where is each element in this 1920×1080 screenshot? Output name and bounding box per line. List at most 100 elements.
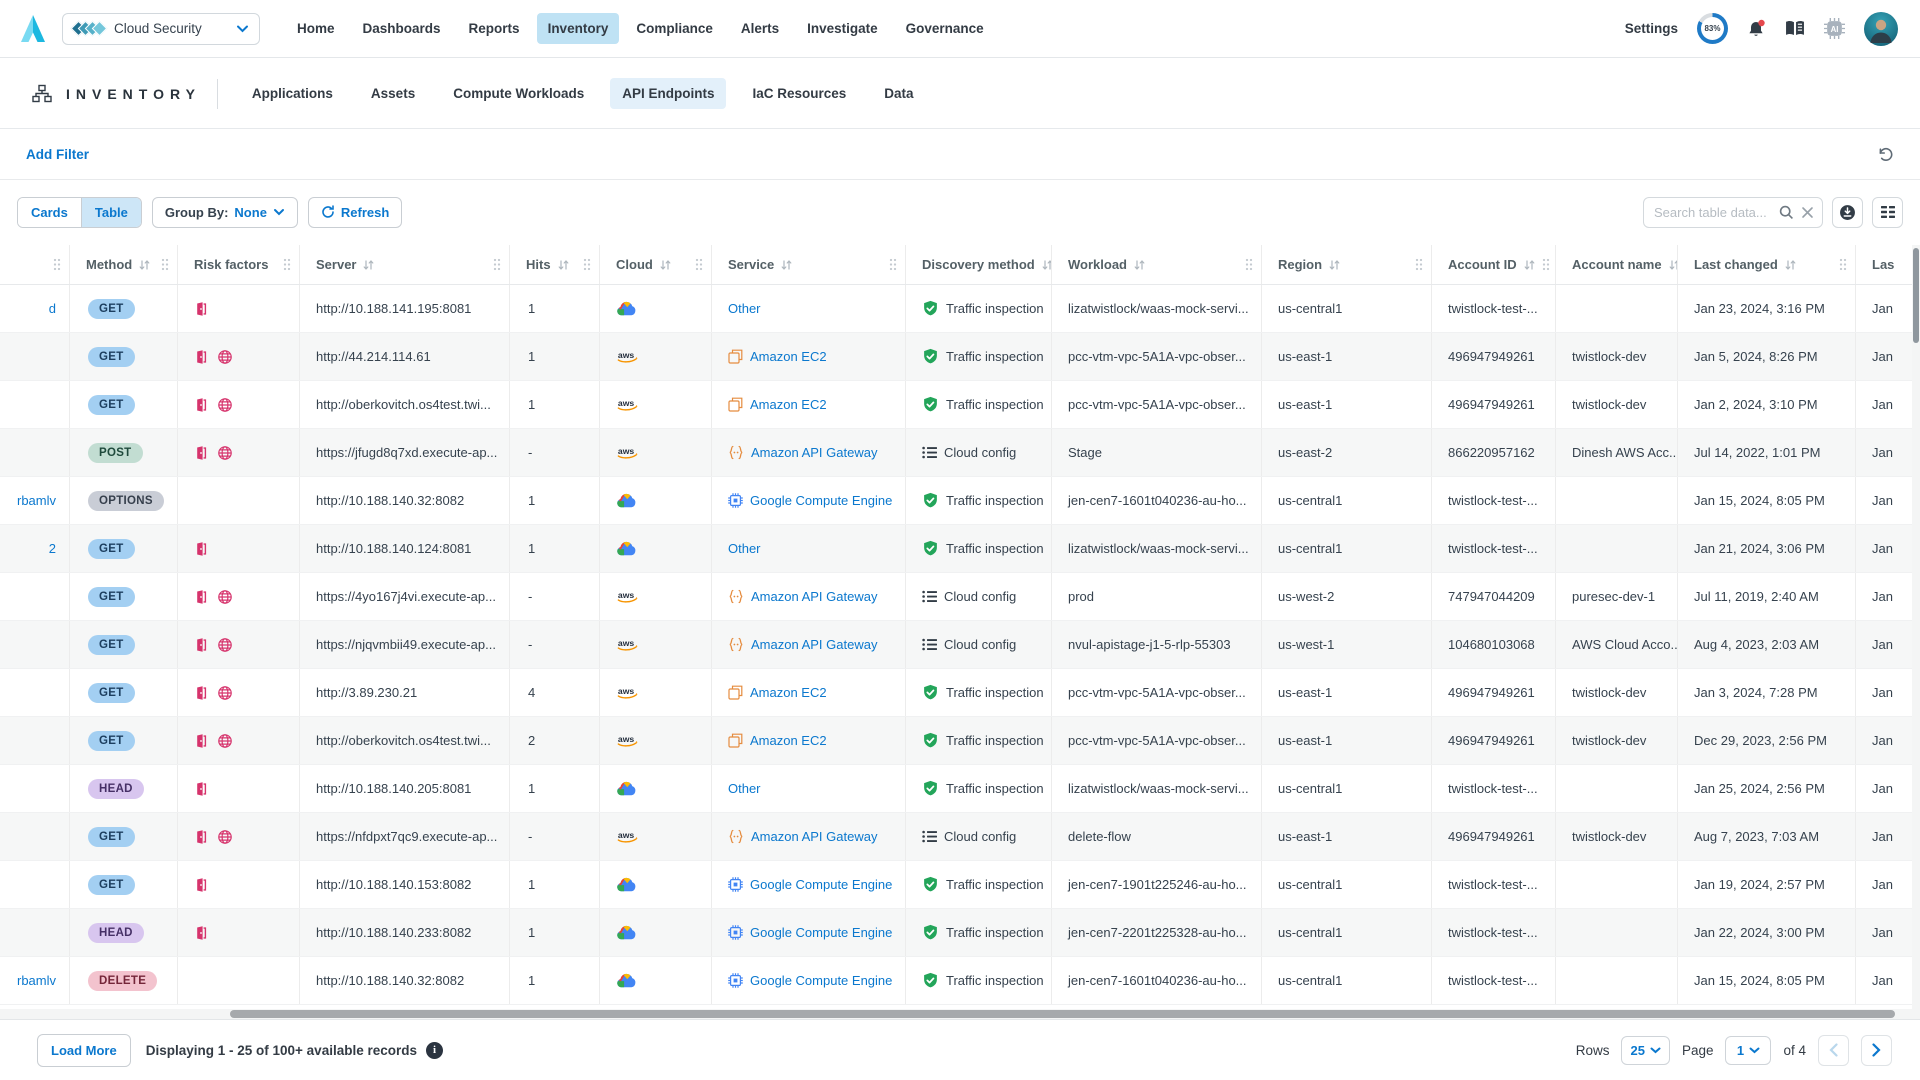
cards-view-button[interactable]: Cards: [18, 198, 81, 227]
table-row[interactable]: GEThttp://oberkovitch.os4test.twi...1aws…: [0, 381, 1912, 429]
sort-icon[interactable]: [1328, 259, 1341, 271]
load-more-button[interactable]: Load More: [37, 1034, 131, 1067]
sort-icon[interactable]: [1523, 259, 1536, 271]
info-icon[interactable]: i: [426, 1042, 443, 1059]
service-link[interactable]: Google Compute Engine: [750, 493, 892, 508]
drag-handle-icon[interactable]: [161, 258, 169, 271]
table-row[interactable]: GEThttps://4yo167j4vi.execute-ap...-awsA…: [0, 573, 1912, 621]
table-row[interactable]: dGEThttp://10.188.141.195:80811OtherTraf…: [0, 285, 1912, 333]
docs-book-icon[interactable]: [1785, 20, 1805, 37]
sort-icon[interactable]: [1668, 259, 1678, 271]
column-header-service[interactable]: Service: [712, 245, 906, 284]
sort-icon[interactable]: [1784, 259, 1797, 271]
column-header-server[interactable]: Server: [300, 245, 510, 284]
drag-handle-icon[interactable]: [1245, 258, 1253, 271]
unauthenticated-api-risk-icon[interactable]: [194, 685, 208, 701]
service-link[interactable]: Google Compute Engine: [750, 925, 892, 940]
column-header-account-id[interactable]: Account ID: [1432, 245, 1556, 284]
table-row[interactable]: GEThttps://nfdpxt7qc9.execute-ap...-awsA…: [0, 813, 1912, 861]
column-header-account-name[interactable]: Account name: [1556, 245, 1678, 284]
user-avatar[interactable]: [1864, 12, 1898, 46]
tab-data[interactable]: Data: [872, 78, 925, 109]
table-row[interactable]: GEThttp://10.188.140.153:80821Google Com…: [0, 861, 1912, 909]
horizontal-scrollbar-thumb[interactable]: [230, 1010, 1895, 1018]
column-header-method[interactable]: Method: [70, 245, 178, 284]
unauthenticated-api-risk-icon[interactable]: [194, 877, 208, 893]
notifications-bell-icon[interactable]: [1747, 19, 1766, 39]
table-row[interactable]: GEThttp://3.89.230.214awsAmazon EC2Traff…: [0, 669, 1912, 717]
unauthenticated-api-risk-icon[interactable]: [194, 637, 208, 653]
table-row[interactable]: 2GEThttp://10.188.140.124:80811OtherTraf…: [0, 525, 1912, 573]
column-header-discovery-method[interactable]: Discovery method: [906, 245, 1052, 284]
service-link[interactable]: Amazon EC2: [750, 349, 827, 364]
service-link[interactable]: Amazon API Gateway: [751, 589, 877, 604]
settings-link[interactable]: Settings: [1625, 21, 1678, 36]
table-row[interactable]: rbamlvDELETEhttp://10.188.140.32:80821Go…: [0, 957, 1912, 1005]
drag-handle-icon[interactable]: [1542, 258, 1550, 271]
service-link[interactable]: Other: [728, 301, 761, 316]
sort-icon[interactable]: [1041, 259, 1052, 271]
table-row[interactable]: GEThttps://njqvmbii49.execute-ap...-awsA…: [0, 621, 1912, 669]
group-by-dropdown[interactable]: Group By: None: [152, 197, 298, 228]
table-view-button[interactable]: Table: [81, 198, 141, 227]
nav-item-investigate[interactable]: Investigate: [796, 13, 889, 44]
unauthenticated-api-risk-icon[interactable]: [194, 733, 208, 749]
search-icon[interactable]: [1779, 205, 1794, 220]
unauthenticated-api-risk-icon[interactable]: [194, 589, 208, 605]
service-link[interactable]: Amazon EC2: [750, 685, 827, 700]
search-input[interactable]: [1654, 205, 1772, 220]
unauthenticated-api-risk-icon[interactable]: [194, 349, 208, 365]
table-row[interactable]: POSThttps://jfugd8q7xd.execute-ap...-aws…: [0, 429, 1912, 477]
service-link[interactable]: Google Compute Engine: [750, 973, 892, 988]
internet-exposed-risk-icon[interactable]: [217, 733, 233, 749]
sort-icon[interactable]: [780, 259, 793, 271]
internet-exposed-risk-icon[interactable]: [217, 829, 233, 845]
table-row[interactable]: GEThttp://44.214.114.611awsAmazon EC2Tra…: [0, 333, 1912, 381]
tab-api-endpoints[interactable]: API Endpoints: [610, 78, 726, 109]
rows-per-page-select[interactable]: 25: [1621, 1036, 1669, 1065]
service-link[interactable]: Other: [728, 781, 761, 796]
completion-ring[interactable]: 83%: [1697, 13, 1728, 44]
nav-item-reports[interactable]: Reports: [458, 13, 531, 44]
sort-icon[interactable]: [659, 259, 672, 271]
column-header-workload[interactable]: Workload: [1052, 245, 1262, 284]
reset-filters-icon[interactable]: [1877, 146, 1894, 163]
unauthenticated-api-risk-icon[interactable]: [194, 829, 208, 845]
service-link[interactable]: Amazon API Gateway: [751, 445, 877, 460]
tab-compute-workloads[interactable]: Compute Workloads: [441, 78, 596, 109]
drag-handle-icon[interactable]: [493, 258, 501, 271]
unauthenticated-api-risk-icon[interactable]: [194, 445, 208, 461]
page-select[interactable]: 1: [1725, 1036, 1771, 1065]
internet-exposed-risk-icon[interactable]: [217, 685, 233, 701]
column-header-hits[interactable]: Hits: [510, 245, 600, 284]
table-row[interactable]: HEADhttp://10.188.140.233:80821Google Co…: [0, 909, 1912, 957]
internet-exposed-risk-icon[interactable]: [217, 637, 233, 653]
previous-page-button[interactable]: [1818, 1035, 1849, 1066]
nav-item-compliance[interactable]: Compliance: [625, 13, 724, 44]
nav-item-home[interactable]: Home: [286, 13, 346, 44]
vertical-scrollbar[interactable]: [1912, 245, 1920, 1009]
internet-exposed-risk-icon[interactable]: [217, 445, 233, 461]
endpoint-name-link[interactable]: 2: [49, 541, 56, 556]
endpoint-name-link[interactable]: rbamlv: [17, 973, 56, 988]
drag-handle-icon[interactable]: [695, 258, 703, 271]
endpoint-name-link[interactable]: rbamlv: [17, 493, 56, 508]
tab-applications[interactable]: Applications: [240, 78, 345, 109]
download-button[interactable]: [1832, 197, 1863, 228]
table-row[interactable]: rbamlvOPTIONShttp://10.188.140.32:80821G…: [0, 477, 1912, 525]
product-switcher-dropdown[interactable]: Cloud Security: [62, 13, 260, 45]
service-link[interactable]: Other: [728, 541, 761, 556]
sort-icon[interactable]: [362, 259, 375, 271]
vertical-scrollbar-thumb[interactable]: [1913, 248, 1919, 343]
drag-handle-icon[interactable]: [583, 258, 591, 271]
internet-exposed-risk-icon[interactable]: [217, 589, 233, 605]
drag-handle-icon[interactable]: [53, 258, 61, 271]
column-settings-button[interactable]: [1872, 197, 1903, 228]
sort-icon[interactable]: [138, 259, 151, 271]
nav-item-dashboards[interactable]: Dashboards: [352, 13, 452, 44]
refresh-button[interactable]: Refresh: [308, 197, 402, 228]
next-page-button[interactable]: [1861, 1035, 1892, 1066]
endpoint-name-link[interactable]: d: [49, 301, 56, 316]
unauthenticated-api-risk-icon[interactable]: [194, 541, 208, 557]
tab-iac-resources[interactable]: IaC Resources: [740, 78, 858, 109]
